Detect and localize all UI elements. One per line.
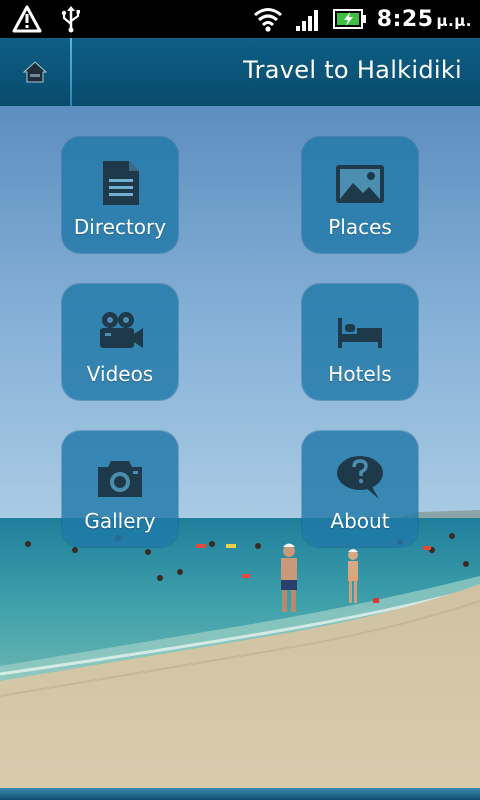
alert-triangle-icon bbox=[12, 5, 42, 33]
signal-icon bbox=[295, 10, 318, 31]
tile-gallery[interactable]: Gallery bbox=[62, 431, 178, 547]
document-icon bbox=[103, 161, 139, 205]
tile-about[interactable]: About bbox=[302, 431, 418, 547]
status-clock: 8:25 μ.μ. bbox=[377, 7, 472, 32]
title-divider bbox=[70, 38, 72, 106]
status-bar: 8:25 μ.μ. bbox=[0, 0, 480, 38]
title-bar: Travel to Halkidiki bbox=[0, 38, 480, 108]
home-button[interactable] bbox=[0, 38, 70, 106]
tile-directory[interactable]: Directory bbox=[62, 137, 178, 253]
picture-icon bbox=[336, 165, 384, 203]
video-camera-icon bbox=[100, 312, 143, 348]
tile-videos-label: Videos bbox=[86, 362, 154, 386]
tile-hotels-label: Hotels bbox=[328, 362, 392, 386]
usb-icon bbox=[61, 6, 80, 33]
tile-hotels[interactable]: Hotels bbox=[302, 284, 418, 400]
battery-charging-icon bbox=[332, 9, 366, 29]
wifi-icon bbox=[253, 8, 282, 32]
clock-time: 8:25 bbox=[376, 6, 434, 32]
app-title: Travel to Halkidiki bbox=[243, 56, 462, 84]
camera-icon bbox=[98, 461, 142, 497]
tile-gallery-label: Gallery bbox=[84, 509, 156, 533]
question-bubble-icon bbox=[337, 456, 383, 499]
home-icon bbox=[23, 61, 47, 83]
bed-icon bbox=[338, 318, 382, 348]
tile-videos[interactable]: Videos bbox=[62, 284, 178, 400]
bottom-strip bbox=[0, 788, 480, 800]
tile-directory-label: Directory bbox=[73, 215, 167, 239]
tile-places-label: Places bbox=[328, 215, 392, 239]
tile-about-label: About bbox=[330, 509, 390, 533]
tile-places[interactable]: Places bbox=[302, 137, 418, 253]
clock-ampm: μ.μ. bbox=[436, 11, 472, 30]
